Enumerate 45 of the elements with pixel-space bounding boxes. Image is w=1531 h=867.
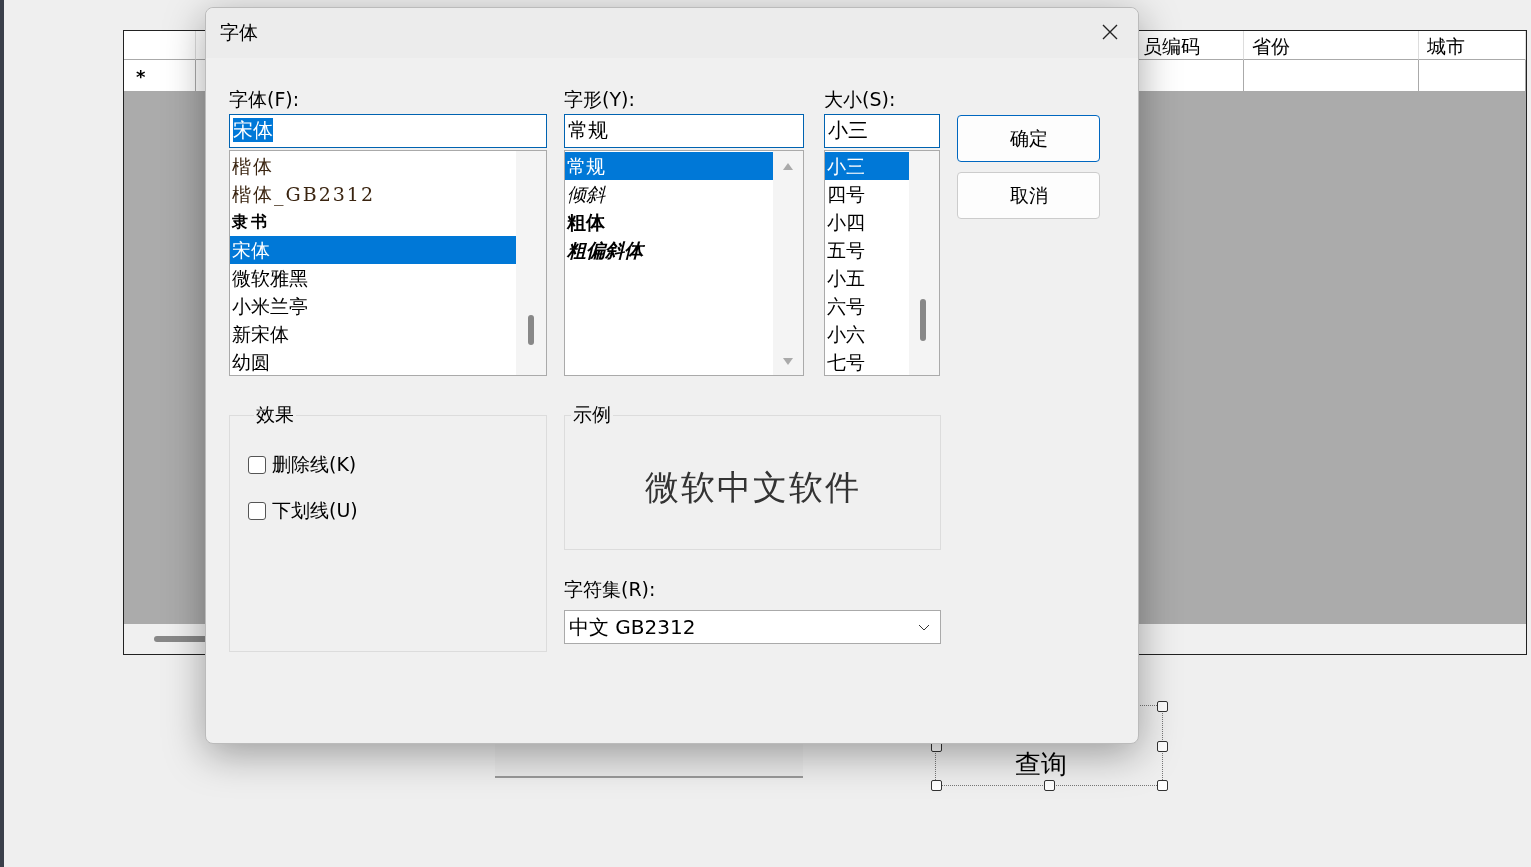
font-list-item[interactable]: 新宋体	[230, 320, 516, 348]
style-list-item[interactable]: 粗体	[565, 208, 773, 236]
checkbox[interactable]	[248, 502, 266, 520]
style-list-item[interactable]: 粗偏斜体	[565, 236, 773, 264]
charset-dropdown[interactable]: 中文 GB2312	[564, 610, 941, 644]
size-list-item[interactable]: 小三	[825, 152, 909, 180]
font-input[interactable]: 宋体	[229, 114, 547, 148]
font-label: 字体(F):	[229, 87, 301, 112]
sample-text: 微软中文软件	[644, 466, 861, 509]
size-list-item[interactable]: 六号	[825, 292, 909, 320]
size-list-item[interactable]: 四号	[825, 180, 909, 208]
window-title: 字体	[220, 20, 258, 45]
scrollbar-thumb[interactable]	[528, 315, 534, 345]
checkbox-label: 删除线(K)	[272, 452, 357, 477]
group-title: 效果	[255, 402, 295, 427]
style-input[interactable]: 常规	[564, 114, 804, 148]
checkbox-label: 下划线(U)	[272, 498, 358, 523]
group-title: 示例	[572, 402, 612, 427]
size-list-item[interactable]: 小六	[825, 320, 909, 348]
font-list-item[interactable]: 宋体	[230, 236, 516, 264]
style-list-item[interactable]: 常规	[565, 152, 773, 180]
checkbox[interactable]	[248, 456, 266, 474]
scrollbar-thumb[interactable]	[920, 299, 926, 341]
scroll-up-icon[interactable]	[783, 163, 793, 170]
scroll-down-icon[interactable]	[783, 358, 793, 365]
dialog-button[interactable]: 取消	[957, 172, 1100, 219]
size-list-item[interactable]: 七号	[825, 348, 909, 375]
size-list-item[interactable]: 五号	[825, 236, 909, 264]
style-label: 字形(Y):	[564, 87, 636, 112]
font-list-item[interactable]: 楷体	[230, 152, 516, 180]
size-input[interactable]: 小三	[824, 114, 940, 148]
charset-label: 字符集(R):	[564, 577, 657, 602]
close-icon[interactable]	[1102, 24, 1118, 40]
font-list-item[interactable]: 隶书	[230, 208, 516, 236]
chevron-down-icon	[918, 623, 930, 631]
style-list-item[interactable]: 倾斜	[565, 180, 773, 208]
font-list-item[interactable]: 微软雅黑	[230, 264, 516, 292]
dialog-button[interactable]: 确定	[957, 115, 1100, 162]
size-label: 大小(S):	[824, 87, 897, 112]
font-list-item[interactable]: 小米兰亭	[230, 292, 516, 320]
size-list-item[interactable]: 小四	[825, 208, 909, 236]
size-list-item[interactable]: 小五	[825, 264, 909, 292]
font-list-item[interactable]: 楷体_GB2312	[230, 180, 516, 208]
font-list-item[interactable]: 幼圆	[230, 348, 516, 375]
query-button[interactable]: 查询	[1015, 748, 1067, 780]
